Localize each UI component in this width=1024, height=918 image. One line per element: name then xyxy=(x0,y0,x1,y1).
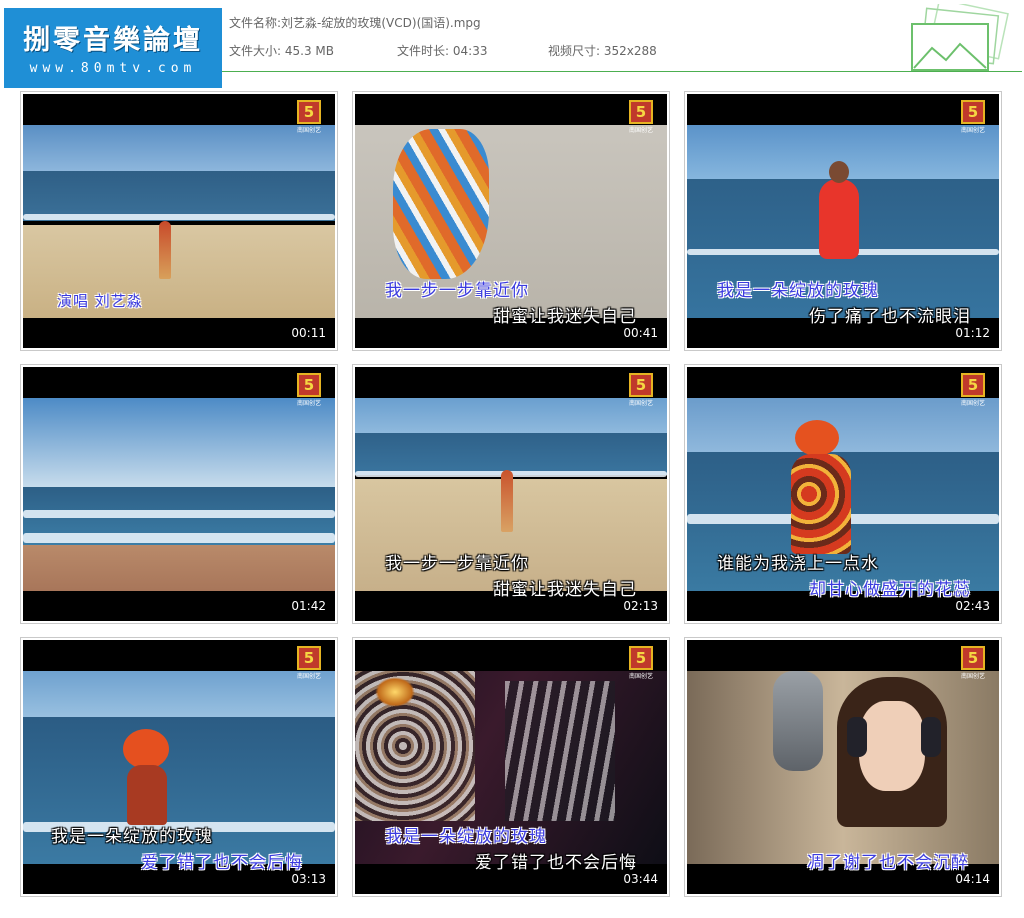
file-size-value: 45.3 MB xyxy=(284,44,334,58)
channel-logo: 5 南国创艺 xyxy=(297,373,321,407)
timestamp: 01:12 xyxy=(955,326,990,340)
video-frame: 5 南国创艺 我是一朵绽放的玫瑰 爱了错了也不会后悔 03:44 xyxy=(355,640,667,894)
channel-logo: 5 南国创艺 xyxy=(961,100,985,134)
video-frame: 5 南国创艺 01:42 xyxy=(23,367,335,621)
logo-url: www.80mtv.com xyxy=(29,61,197,76)
lyric-line-2: 凋了谢了也不会沉醉 xyxy=(807,853,969,873)
lyric-line-2: 却甘心做盛开的花蕊 xyxy=(809,580,971,600)
video-size-value: 352x288 xyxy=(603,44,657,58)
logo-title: 捌零音樂論壇 xyxy=(23,25,203,56)
timestamp: 01:42 xyxy=(291,599,326,613)
timestamp: 00:11 xyxy=(291,326,326,340)
timestamp: 03:13 xyxy=(291,872,326,886)
video-size-row: 视频尺寸: 352x288 xyxy=(548,42,657,59)
lyric-line-1: 我是一朵绽放的玫瑰 xyxy=(717,281,879,301)
lyric-line-2: 甜蜜让我迷失自己 xyxy=(493,580,637,600)
video-frame: 5 南国创艺 演唱 刘艺淼 00:11 xyxy=(23,94,335,348)
lyric-line-1: 谁能为我浇上一点水 xyxy=(717,554,879,574)
thumbnail-frame[interactable]: 5 南国创艺 演唱 刘艺淼 00:11 xyxy=(20,91,338,351)
thumbnail-frame[interactable]: 5 南国创艺 我是一朵绽放的玫瑰 爱了错了也不会后悔 03:44 xyxy=(352,637,670,897)
lyric-line-1: 我一步一步靠近你 xyxy=(385,281,529,301)
thumbnail-frame[interactable]: 5 南国创艺 我是一朵绽放的玫瑰 伤了痛了也不流眼泪 01:12 xyxy=(684,91,1002,351)
video-size-label: 视频尺寸: xyxy=(548,44,601,58)
channel-logo: 5 南国创艺 xyxy=(961,646,985,680)
channel-logo: 5 南国创艺 xyxy=(629,100,653,134)
channel-logo: 5 南国创艺 xyxy=(297,100,321,134)
file-name-value: 刘艺淼-绽放的玫瑰(VCD)(国语).mpg xyxy=(281,16,481,30)
channel-logo: 5 南国创艺 xyxy=(629,646,653,680)
video-frame: 5 南国创艺 我是一朵绽放的玫瑰 爱了错了也不会后悔 03:13 xyxy=(23,640,335,894)
channel-logo: 5 南国创艺 xyxy=(961,373,985,407)
lyric-line-2: 爱了错了也不会后悔 xyxy=(141,853,303,873)
channel-logo: 5 南国创艺 xyxy=(297,646,321,680)
video-frame: 5 南国创艺 我一步一步靠近你 甜蜜让我迷失自己 00:41 xyxy=(355,94,667,348)
header-divider xyxy=(222,71,1022,72)
duration-value: 04:33 xyxy=(452,44,488,58)
lyric-line-1: 我是一朵绽放的玫瑰 xyxy=(385,827,547,847)
video-frame: 5 南国创艺 凋了谢了也不会沉醉 04:14 xyxy=(687,640,999,894)
thumbnail-frame[interactable]: 5 南国创艺 我一步一步靠近你 甜蜜让我迷失自己 02:13 xyxy=(352,364,670,624)
file-name-label: 文件名称: xyxy=(229,16,282,30)
video-frame: 5 南国创艺 谁能为我浇上一点水 却甘心做盛开的花蕊 02:43 xyxy=(687,367,999,621)
lyric-line-2: 伤了痛了也不流眼泪 xyxy=(809,307,971,327)
thumbnail-frame[interactable]: 5 南国创艺 01:42 xyxy=(20,364,338,624)
picture-stack-icon xyxy=(911,4,1009,71)
lyric-line-2: 爱了错了也不会后悔 xyxy=(475,853,637,873)
timestamp: 02:43 xyxy=(955,599,990,613)
thumbnail-frame[interactable]: 5 南国创艺 我是一朵绽放的玫瑰 爱了错了也不会后悔 03:13 xyxy=(20,637,338,897)
thumbnail-frame[interactable]: 5 南国创艺 谁能为我浇上一点水 却甘心做盛开的花蕊 02:43 xyxy=(684,364,1002,624)
file-size-row: 文件大小: 45.3 MB xyxy=(229,42,334,59)
file-name-row: 文件名称:刘艺淼-绽放的玫瑰(VCD)(国语).mpg xyxy=(229,14,481,31)
video-frame: 5 南国创艺 我一步一步靠近你 甜蜜让我迷失自己 02:13 xyxy=(355,367,667,621)
forum-logo: 捌零音樂論壇 www.80mtv.com xyxy=(4,8,222,88)
video-frame: 5 南国创艺 我是一朵绽放的玫瑰 伤了痛了也不流眼泪 01:12 xyxy=(687,94,999,348)
lyric-line-1: 我是一朵绽放的玫瑰 xyxy=(51,827,213,847)
channel-logo: 5 南国创艺 xyxy=(629,373,653,407)
lyric-line-1: 我一步一步靠近你 xyxy=(385,554,529,574)
thumbnail-frame[interactable]: 5 南国创艺 我一步一步靠近你 甜蜜让我迷失自己 00:41 xyxy=(352,91,670,351)
timestamp: 00:41 xyxy=(623,326,658,340)
duration-row: 文件时长: 04:33 xyxy=(397,42,487,59)
timestamp: 03:44 xyxy=(623,872,658,886)
timestamp: 04:14 xyxy=(955,872,990,886)
thumbnail-frame[interactable]: 5 南国创艺 凋了谢了也不会沉醉 04:14 xyxy=(684,637,1002,897)
timestamp: 02:13 xyxy=(623,599,658,613)
file-size-label: 文件大小: xyxy=(229,44,282,58)
lyric-line-2: 甜蜜让我迷失自己 xyxy=(493,307,637,327)
duration-label: 文件时长: xyxy=(397,44,450,58)
lyric-line-1: 演唱 刘艺淼 xyxy=(57,292,143,310)
